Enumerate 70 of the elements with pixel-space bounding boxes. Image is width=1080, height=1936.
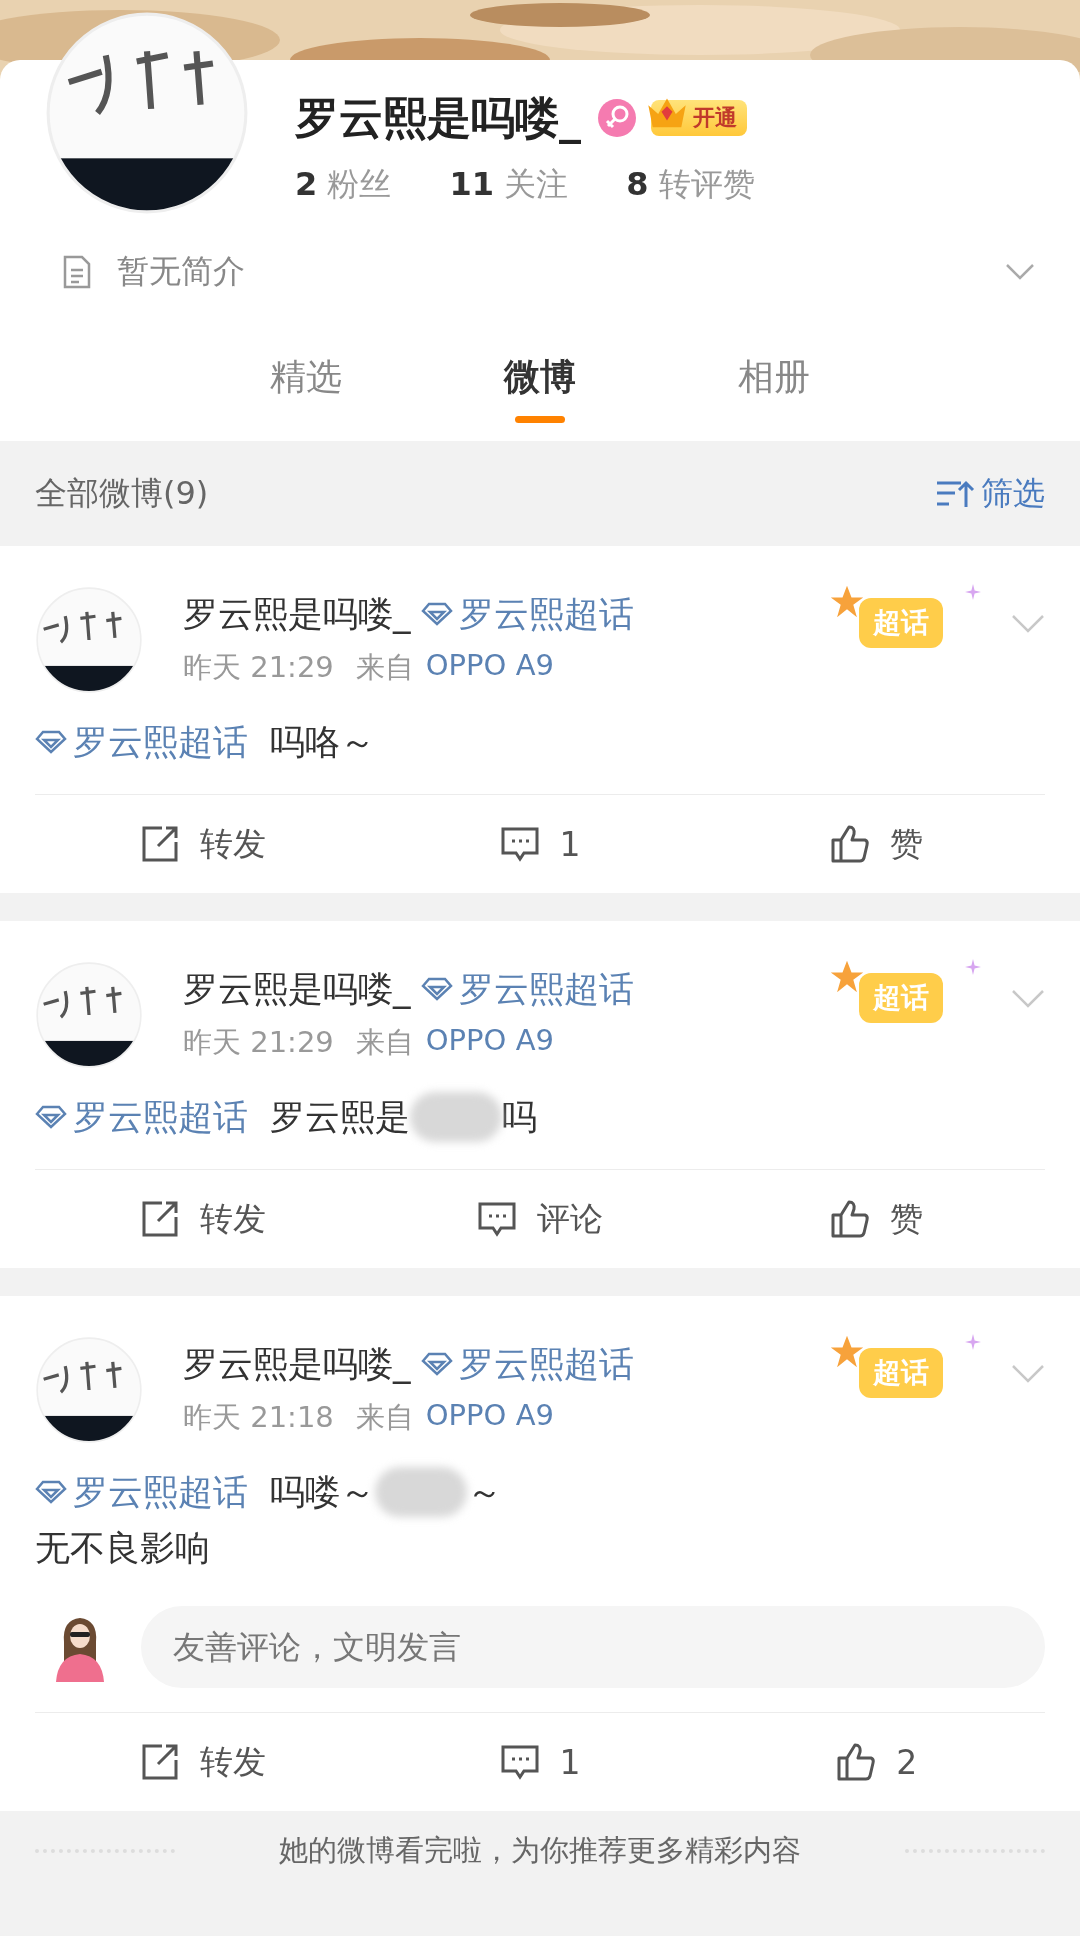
chevron-down-icon[interactable]	[1011, 989, 1045, 1009]
diamond-icon	[420, 977, 453, 1001]
action-button[interactable]: 转发	[35, 795, 372, 893]
thumbs-up-icon	[830, 824, 871, 864]
stat-link[interactable]: 11 关注	[449, 163, 569, 207]
share-icon	[140, 1199, 181, 1239]
action-button[interactable]: 2	[708, 1713, 1045, 1811]
diamond-icon	[35, 1480, 67, 1504]
comment-field[interactable]: 友善评论，文明发言	[141, 1606, 1045, 1688]
filter-icon	[935, 478, 975, 509]
post-time: 昨天 21:18	[183, 1399, 334, 1436]
diamond-icon	[420, 602, 453, 626]
author-name[interactable]: 罗云熙是吗喽_	[183, 1340, 411, 1388]
post-text: 吗咯～	[270, 720, 375, 764]
action-button[interactable]: 转发	[35, 1713, 372, 1811]
action-button[interactable]: 1	[371, 1713, 709, 1811]
star-icon	[829, 1334, 865, 1370]
vip-badge[interactable]: 开通	[651, 100, 747, 136]
action-button[interactable]: 赞	[708, 795, 1045, 893]
thumbs-up-icon	[830, 1199, 871, 1239]
source-link[interactable]: OPPO A9	[425, 648, 554, 688]
action-button[interactable]: 评论	[371, 1170, 709, 1268]
action-button[interactable]: 1	[371, 795, 709, 893]
source-label: 来自	[355, 649, 414, 686]
chevron-down-icon[interactable]	[1011, 1364, 1045, 1384]
sparkle-icon	[965, 1334, 981, 1350]
action-button[interactable]: 赞	[708, 1170, 1045, 1268]
star-icon	[829, 959, 865, 995]
post-text: 吗喽～	[270, 1470, 375, 1514]
bio-text: 暂无简介	[117, 251, 246, 292]
share-icon	[140, 1742, 181, 1782]
chevron-down-icon[interactable]	[1011, 614, 1045, 634]
author-name[interactable]: 罗云熙是吗喽_	[183, 590, 411, 638]
author-name[interactable]: 罗云熙是吗喽_	[183, 965, 411, 1013]
source-label: 来自	[355, 1024, 414, 1061]
share-icon	[140, 824, 181, 864]
post-text: ～	[467, 1470, 502, 1514]
feed-title: 全部微博(9)	[35, 472, 209, 514]
source-label: 来自	[355, 1399, 414, 1436]
stat-link[interactable]: 8 转评赞	[626, 163, 755, 207]
topic-link[interactable]: 罗云熙超话	[420, 965, 634, 1013]
post-text: 无不良影响	[35, 1526, 210, 1570]
chevron-down-icon[interactable]	[1005, 263, 1035, 281]
source-link[interactable]: OPPO A9	[425, 1398, 554, 1438]
tab[interactable]: 微博	[504, 352, 576, 402]
stat-link[interactable]: 2 粉丝	[295, 163, 392, 207]
topic-link[interactable]: 罗云熙超话	[35, 718, 248, 766]
diamond-icon	[420, 1352, 453, 1376]
tab-underline	[515, 416, 565, 423]
thumbs-up-icon	[836, 1742, 877, 1782]
tab[interactable]: 精选	[270, 352, 342, 402]
post-text: 罗云熙是	[270, 1095, 410, 1139]
document-icon	[62, 254, 92, 290]
action-button[interactable]: 转发	[35, 1170, 372, 1268]
post-time: 昨天 21:29	[183, 649, 334, 686]
sparkle-icon	[965, 959, 981, 975]
topic-link[interactable]: 罗云熙超话	[35, 1093, 248, 1141]
topic-link[interactable]: 罗云熙超话	[35, 1468, 248, 1516]
filter-button[interactable]: 筛选	[935, 471, 1045, 516]
post-text: 吗	[502, 1095, 537, 1139]
source-link[interactable]: OPPO A9	[425, 1023, 554, 1063]
topic-link[interactable]: 罗云熙超话	[420, 1340, 634, 1388]
diamond-icon	[35, 1105, 67, 1129]
topic-link[interactable]: 罗云熙超话	[420, 590, 634, 638]
footer-text: 她的微博看完啦，为你推荐更多精彩内容	[279, 1832, 801, 1869]
diamond-icon	[35, 730, 67, 754]
star-icon	[829, 584, 865, 620]
post-time: 昨天 21:29	[183, 1024, 334, 1061]
sparkle-icon	[965, 584, 981, 600]
tab[interactable]: 相册	[738, 352, 810, 402]
